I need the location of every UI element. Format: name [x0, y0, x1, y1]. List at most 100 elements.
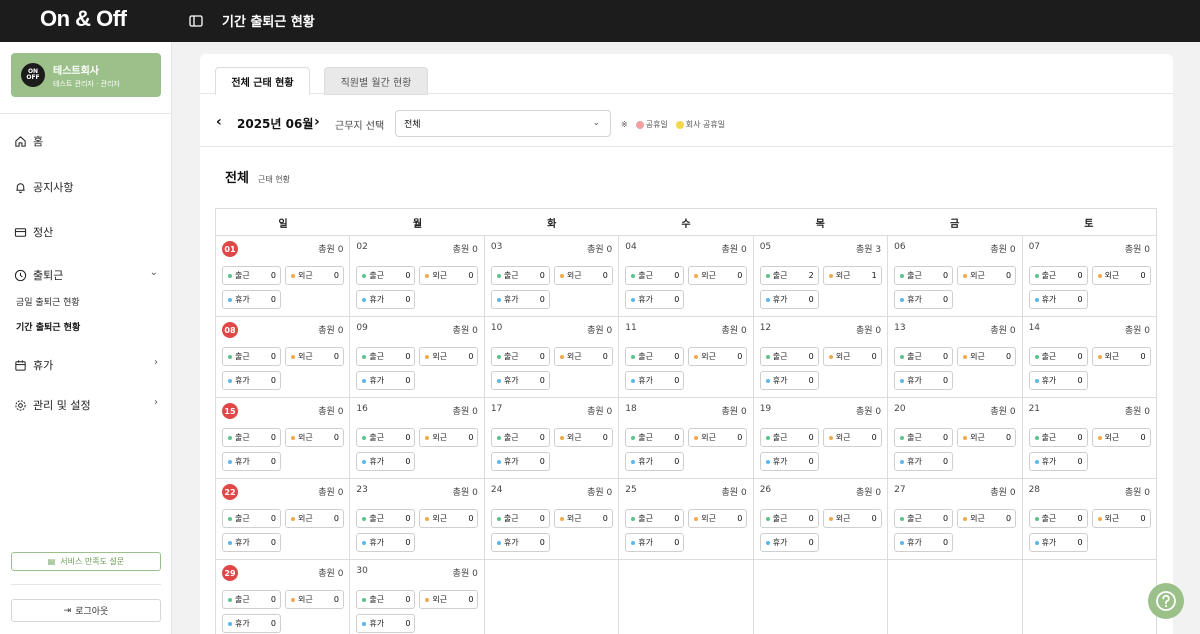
outside-work-stat[interactable]: 외근 0 [688, 428, 748, 447]
leave-stat[interactable]: 휴가 0 [356, 290, 416, 309]
tab-overall-attendance[interactable]: 전체 근태 현황 [215, 67, 310, 95]
checkin-stat[interactable]: 출근 0 [490, 428, 550, 447]
sidebar-toggle-icon[interactable] [188, 13, 204, 29]
leave-stat[interactable]: 휴가 0 [356, 533, 416, 552]
leave-stat[interactable]: 휴가 0 [490, 452, 550, 471]
checkin-stat[interactable]: 출근 0 [490, 347, 550, 366]
outside-work-stat[interactable]: 외근 0 [285, 509, 344, 528]
sidebar-item-vacation[interactable]: 휴가 › [14, 357, 160, 373]
outside-work-stat[interactable]: 외근 0 [419, 347, 479, 366]
checkin-stat[interactable]: 출근 0 [356, 590, 416, 609]
outside-work-stat[interactable]: 외근 0 [553, 509, 613, 528]
checkin-stat[interactable]: 출근 0 [894, 428, 954, 447]
checkin-stat[interactable]: 출근 0 [894, 509, 954, 528]
outside-work-stat[interactable]: 외근 0 [688, 509, 748, 528]
survey-button[interactable]: ▤ 서비스 만족도 설문 [11, 552, 161, 571]
outside-work-stat[interactable]: 외근 0 [419, 428, 479, 447]
outside-work-stat[interactable]: 외근 0 [688, 347, 748, 366]
checkin-stat[interactable]: 출근 0 [222, 590, 281, 609]
checkin-stat[interactable]: 출근 0 [759, 428, 819, 447]
outside-work-stat[interactable]: 외근 0 [822, 347, 882, 366]
checkin-stat[interactable]: 출근 0 [625, 509, 685, 528]
checkin-stat[interactable]: 출근 0 [625, 266, 685, 285]
leave-stat[interactable]: 휴가 0 [625, 452, 685, 471]
leave-stat[interactable]: 휴가 0 [1028, 452, 1088, 471]
leave-stat[interactable]: 휴가 0 [356, 452, 416, 471]
logout-button[interactable]: ⇥ 로그아웃 [11, 599, 161, 622]
company-card[interactable]: ON OFF 테스트회사 테스트 관리자 · 관리자 [11, 53, 161, 97]
leave-stat[interactable]: 휴가 0 [356, 614, 416, 633]
checkin-stat[interactable]: 출근 0 [1028, 266, 1088, 285]
checkin-stat[interactable]: 출근 0 [222, 266, 281, 285]
leave-stat[interactable]: 휴가 0 [1028, 371, 1088, 390]
prev-month-button[interactable]: ‹ [216, 114, 222, 130]
leave-stat[interactable]: 휴가 0 [894, 371, 954, 390]
sidebar-item-attendance[interactable]: 출퇴근 ⌄ [14, 267, 160, 283]
leave-stat[interactable]: 휴가 0 [894, 290, 954, 309]
site-select[interactable]: 전체 ⌄ [395, 110, 611, 137]
leave-stat[interactable]: 휴가 0 [222, 614, 281, 633]
leave-stat[interactable]: 휴가 0 [759, 371, 819, 390]
outside-work-stat[interactable]: 외근 0 [822, 509, 882, 528]
leave-stat[interactable]: 휴가 0 [1028, 290, 1088, 309]
checkin-stat[interactable]: 출근 0 [356, 509, 416, 528]
leave-stat[interactable]: 휴가 0 [759, 452, 819, 471]
checkin-stat[interactable]: 출근 0 [490, 266, 550, 285]
checkin-stat[interactable]: 출근 0 [222, 347, 281, 366]
leave-stat[interactable]: 휴가 0 [894, 452, 954, 471]
checkin-stat[interactable]: 출근 0 [490, 509, 550, 528]
leave-stat[interactable]: 휴가 0 [625, 290, 685, 309]
leave-stat[interactable]: 휴가 0 [222, 290, 281, 309]
outside-work-stat[interactable]: 외근 0 [957, 428, 1017, 447]
sidebar-item-home[interactable]: 홈 [14, 133, 160, 149]
leave-stat[interactable]: 휴가 0 [222, 533, 281, 552]
outside-work-stat[interactable]: 외근 0 [419, 590, 479, 609]
checkin-stat[interactable]: 출근 2 [759, 266, 819, 285]
outside-work-stat[interactable]: 외근 0 [553, 428, 613, 447]
checkin-stat[interactable]: 출근 0 [894, 266, 954, 285]
sidebar-item-settings[interactable]: 관리 및 설정 › [14, 397, 160, 413]
outside-work-stat[interactable]: 외근 0 [822, 428, 882, 447]
outside-work-stat[interactable]: 외근 0 [285, 590, 344, 609]
checkin-stat[interactable]: 출근 0 [894, 347, 954, 366]
checkin-stat[interactable]: 출근 0 [356, 428, 416, 447]
app-logo[interactable]: On & Off [40, 6, 127, 32]
outside-work-stat[interactable]: 외근 0 [957, 347, 1017, 366]
checkin-stat[interactable]: 출근 0 [625, 347, 685, 366]
sidebar-item-settlement[interactable]: 정산 [14, 224, 160, 240]
leave-stat[interactable]: 휴가 0 [625, 371, 685, 390]
outside-work-stat[interactable]: 외근 0 [1091, 347, 1151, 366]
checkin-stat[interactable]: 출근 0 [222, 509, 281, 528]
checkin-stat[interactable]: 출근 0 [759, 347, 819, 366]
leave-stat[interactable]: 휴가 0 [490, 371, 550, 390]
outside-work-stat[interactable]: 외근 1 [822, 266, 882, 285]
checkin-stat[interactable]: 출근 0 [759, 509, 819, 528]
leave-stat[interactable]: 휴가 0 [894, 533, 954, 552]
sidebar-item-notice[interactable]: 공지사항 [14, 179, 160, 195]
sub-item-today-attendance[interactable]: 금일 출퇴근 현황 [16, 295, 80, 308]
leave-stat[interactable]: 휴가 0 [1028, 533, 1088, 552]
leave-stat[interactable]: 휴가 0 [759, 290, 819, 309]
checkin-stat[interactable]: 출근 0 [356, 266, 416, 285]
outside-work-stat[interactable]: 외근 0 [1091, 509, 1151, 528]
outside-work-stat[interactable]: 외근 0 [419, 509, 479, 528]
leave-stat[interactable]: 휴가 0 [222, 371, 281, 390]
outside-work-stat[interactable]: 외근 0 [957, 266, 1017, 285]
sub-item-period-attendance[interactable]: 기간 출퇴근 현황 [16, 320, 80, 333]
leave-stat[interactable]: 휴가 0 [759, 533, 819, 552]
outside-work-stat[interactable]: 외근 0 [957, 509, 1017, 528]
help-button[interactable] [1148, 583, 1184, 619]
checkin-stat[interactable]: 출근 0 [1028, 509, 1088, 528]
outside-work-stat[interactable]: 외근 0 [553, 347, 613, 366]
outside-work-stat[interactable]: 외근 0 [285, 347, 344, 366]
leave-stat[interactable]: 휴가 0 [356, 371, 416, 390]
outside-work-stat[interactable]: 외근 0 [285, 428, 344, 447]
tab-employee-monthly[interactable]: 직원별 월간 현황 [324, 67, 428, 95]
checkin-stat[interactable]: 출근 0 [1028, 428, 1088, 447]
outside-work-stat[interactable]: 외근 0 [285, 266, 344, 285]
checkin-stat[interactable]: 출근 0 [625, 428, 685, 447]
outside-work-stat[interactable]: 외근 0 [1091, 266, 1151, 285]
next-month-button[interactable]: › [314, 114, 320, 130]
checkin-stat[interactable]: 출근 0 [356, 347, 416, 366]
outside-work-stat[interactable]: 외근 0 [1091, 428, 1151, 447]
